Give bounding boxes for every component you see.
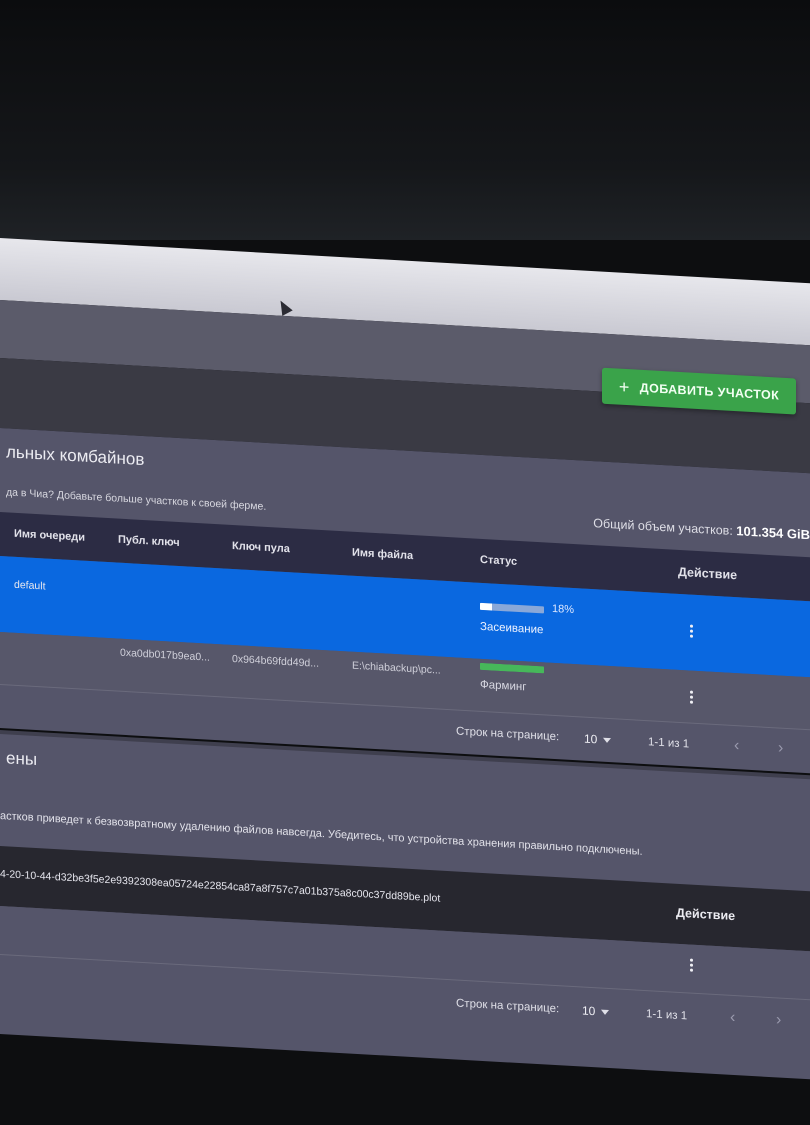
col-queue[interactable]: Имя очереди <box>14 528 85 544</box>
progress-fill <box>480 662 544 674</box>
row-queue: default <box>14 578 46 593</box>
caret-down-icon <box>603 737 612 743</box>
row-status: Засеивание <box>480 620 544 637</box>
prev-page-icon[interactable]: ‹ <box>734 737 739 755</box>
row-filename: E:\chiabackup\pc... <box>352 659 441 677</box>
progress-bar <box>480 662 544 674</box>
plotting-card: льных комбайнов да в Чиа? Добавьте больш… <box>0 428 810 774</box>
col-pubkey[interactable]: Публ. ключ <box>118 534 180 549</box>
col-action: Действие <box>678 564 738 583</box>
progress-fill <box>480 602 492 611</box>
rows-per-page-select[interactable]: 10 <box>584 731 612 748</box>
page-range: 1-1 из 1 <box>648 736 690 751</box>
app-screen: + ДОБАВИТЬ УЧАСТОК льных комбайнов да в … <box>0 222 810 1125</box>
rows-per-page-select[interactable]: 10 <box>582 1003 610 1020</box>
plus-icon: + <box>618 376 630 398</box>
more-options-icon[interactable] <box>690 690 694 704</box>
next-page-icon[interactable]: › <box>778 739 783 757</box>
plots-card: ены астков приведет к безвозвратному уда… <box>0 734 810 1080</box>
col-pool-key[interactable]: Ключ пула <box>232 540 290 555</box>
more-options-icon[interactable] <box>690 958 694 972</box>
row-pool-key: 0x964b69fdd49d... <box>232 652 319 670</box>
row-status: Фарминг <box>480 678 527 694</box>
rows-per-page-label: Строк на странице: <box>456 725 560 744</box>
add-plot-label: ДОБАВИТЬ УЧАСТОК <box>639 380 780 403</box>
plot-filename: 4-20-10-44-d32be3f5e2e9392308ea05724e228… <box>0 868 441 905</box>
col-filename[interactable]: Имя файла <box>352 547 413 562</box>
rows-per-page-label: Строк на странице: <box>456 997 560 1016</box>
row-pubkey: 0xa0db017b9ea0... <box>120 646 210 664</box>
col-status[interactable]: Статус <box>480 554 517 568</box>
total-value: 101.354 GiB <box>736 523 810 543</box>
total-plot-size: Общий объем участков: 101.354 GiB <box>593 515 810 542</box>
monitor-bezel <box>0 0 810 240</box>
more-options-icon[interactable] <box>690 624 694 638</box>
caret-down-icon <box>601 1009 610 1015</box>
page-range: 1-1 из 1 <box>646 1008 688 1023</box>
rows-per-page-value: 10 <box>582 1003 596 1019</box>
progress-percent: 18% <box>552 602 575 617</box>
plots-title: ены <box>6 748 38 770</box>
prev-page-icon[interactable]: ‹ <box>730 1009 735 1027</box>
progress-bar <box>480 602 544 614</box>
plotting-subtitle: да в Чиа? Добавьте больше участков к сво… <box>6 486 267 513</box>
rows-per-page-value: 10 <box>584 731 598 747</box>
plotting-title: льных комбайнов <box>6 442 145 470</box>
col-action: Действие <box>676 905 736 924</box>
next-page-icon[interactable]: › <box>776 1011 781 1029</box>
total-label: Общий объем участков: <box>593 516 733 538</box>
